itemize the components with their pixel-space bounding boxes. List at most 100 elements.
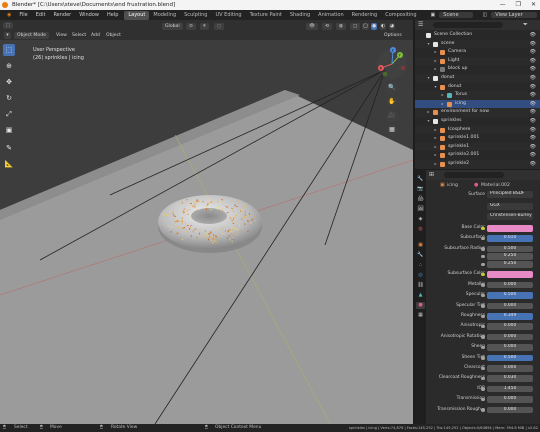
proportional-editing-icon[interactable]: ◌ <box>214 23 225 30</box>
field-value[interactable]: 0.000 <box>487 333 533 341</box>
visibility-toggle-icon[interactable]: 👁 <box>530 151 536 160</box>
socket-link-icon[interactable] <box>481 376 485 381</box>
ortho-toggle-button[interactable]: ▦ <box>386 124 398 136</box>
pivot-point-icon[interactable]: ⊙ <box>186 23 196 30</box>
field-value[interactable]: 1.450 <box>487 385 533 393</box>
shading-rendered-icon[interactable]: ◕ <box>389 23 396 30</box>
menu-file[interactable]: File <box>15 12 31 18</box>
transform-tool[interactable]: ▣ <box>3 124 15 136</box>
annotate-tool[interactable]: ✎ <box>3 142 15 154</box>
workspace-tab-modeling[interactable]: Modeling <box>149 11 180 20</box>
field-value[interactable]: 0.250 <box>487 261 533 268</box>
view-layer-tab-icon[interactable]: 🖼 <box>416 206 425 213</box>
viewport-gizmos-icon[interactable]: ⟲ <box>322 23 332 30</box>
visibility-toggle-icon[interactable]: 👁 <box>530 134 536 143</box>
object-mode-dropdown[interactable]: Object Mode <box>14 32 49 39</box>
outliner-expand-icon[interactable]: ▸ <box>433 126 438 135</box>
socket-link-icon[interactable] <box>481 272 485 277</box>
workspace-tab-compositing[interactable]: Compositing <box>381 11 420 20</box>
visibility-toggle-icon[interactable]: 👁 <box>530 160 536 169</box>
camera-view-button[interactable]: 🎥 <box>386 110 398 122</box>
socket-link-icon[interactable] <box>481 262 485 266</box>
view-menu[interactable]: View <box>56 32 67 39</box>
field-value[interactable]: 0.000 <box>487 406 533 414</box>
shading-material-icon[interactable]: ◐ <box>380 23 387 30</box>
field-value[interactable] <box>487 225 533 232</box>
outliner-expand-icon[interactable]: ▸ <box>433 57 438 66</box>
shading-solid-icon[interactable]: ● <box>371 23 378 30</box>
view-layer-selector[interactable]: View Layer <box>491 12 537 18</box>
object-context-name[interactable]: icing <box>447 182 458 189</box>
visibility-toggle-icon[interactable]: 👁 <box>530 31 536 40</box>
workspace-tab-uv-editing[interactable]: UV Editing <box>211 11 245 20</box>
minimize-button[interactable]: — <box>500 0 506 10</box>
viewport-scene[interactable] <box>0 40 413 424</box>
scene-tab-icon[interactable]: ◈ <box>416 216 425 223</box>
visibility-toggle-icon[interactable]: 👁 <box>530 117 536 126</box>
outliner-expand-icon[interactable]: ▸ <box>433 65 438 74</box>
field-value[interactable]: 0.000 <box>487 396 533 403</box>
field-value[interactable] <box>487 271 533 278</box>
outliner-row[interactable]: ▸ sprinkle2.001 👁 <box>415 151 540 160</box>
properties-editor-icon[interactable]: ⊞ <box>429 171 434 178</box>
visibility-toggle-icon[interactable]: 👁 <box>530 108 536 117</box>
properties-search-field[interactable] <box>444 172 504 178</box>
socket-link-icon[interactable] <box>481 314 485 318</box>
move-tool[interactable]: ✥ <box>3 76 15 88</box>
visibility-toggle-icon[interactable]: 👁 <box>530 83 536 92</box>
editor-type-button[interactable]: ⬚ <box>3 22 13 29</box>
outliner-row[interactable]: Scene Collection 👁 <box>415 31 540 40</box>
socket-link-icon[interactable] <box>481 293 485 298</box>
outliner-filter-icon[interactable]: ⏷ <box>523 21 528 29</box>
field-value[interactable]: 0.250 <box>487 253 533 260</box>
outliner-search-field[interactable] <box>433 22 503 28</box>
visibility-toggle-icon[interactable]: 👁 <box>530 143 536 152</box>
outliner-row[interactable]: ▸ sprinkle1 👁 <box>415 142 540 152</box>
cursor-tool[interactable]: ⊕ <box>3 60 15 72</box>
workspace-tab-texture-paint[interactable]: Texture Paint <box>246 11 286 20</box>
outliner-row[interactable]: ▾ scene 👁 <box>415 39 540 49</box>
socket-link-icon[interactable] <box>481 283 485 287</box>
view-layer-icon[interactable]: ◫ <box>479 12 492 18</box>
field-value[interactable]: 0.010 <box>487 235 533 242</box>
outliner-expand-icon[interactable]: ▾ <box>426 117 431 126</box>
outliner-expand-icon[interactable]: ▸ <box>433 143 438 152</box>
outliner-editor-icon[interactable]: ☰ <box>418 21 423 28</box>
overlays-icon[interactable]: ◍ <box>336 23 347 30</box>
object-interaction-mode-icon[interactable]: ▾ <box>4 32 11 39</box>
socket-link-icon[interactable] <box>481 387 485 391</box>
outliner-expand-icon[interactable]: ▸ <box>426 108 431 117</box>
socket-link-icon[interactable] <box>481 335 485 339</box>
menu-edit[interactable]: Edit <box>32 12 50 18</box>
xray-toggle-icon[interactable]: ▢ <box>350 23 361 30</box>
scale-tool[interactable]: ⤢ <box>3 108 15 120</box>
visibility-toggle-icon[interactable]: 👁 <box>530 126 536 135</box>
modifiers-tab-icon[interactable]: 🔧 <box>416 252 425 259</box>
material-context-name[interactable]: Material.002 <box>481 182 510 189</box>
socket-link-icon[interactable] <box>481 397 485 402</box>
workspace-tab-shading[interactable]: Shading <box>286 11 314 20</box>
outliner-row[interactable]: ▸ icing 👁 <box>415 99 540 109</box>
field-value[interactable]: 0.000 <box>487 323 533 330</box>
outliner-expand-icon[interactable]: ▸ <box>433 151 438 160</box>
outliner-row[interactable]: ▾ sprinkles 👁 <box>415 117 540 126</box>
zoom-view-button[interactable]: 🔍 <box>386 82 398 94</box>
socket-link-icon[interactable] <box>481 408 485 412</box>
outliner-row[interactable]: ▾ donut 👁 <box>415 83 540 92</box>
transform-orientation-dropdown[interactable]: Global <box>162 23 183 30</box>
field-value[interactable]: 0.500 <box>487 292 533 299</box>
socket-link-icon[interactable] <box>481 304 485 308</box>
shading-wireframe-icon[interactable]: ◯ <box>362 23 370 30</box>
object-menu[interactable]: Object <box>106 32 121 39</box>
outliner-expand-icon[interactable]: ▸ <box>440 91 445 100</box>
field-value[interactable]: 0.500 <box>487 354 533 362</box>
outliner-row[interactable]: ▸ environment for now 👁 <box>415 108 540 117</box>
outliner-row[interactable]: ▸ Camera 👁 <box>415 48 540 57</box>
visibility-toggle-icon[interactable]: 👁 <box>530 65 536 74</box>
workspace-tab-layout[interactable]: Layout <box>124 10 150 20</box>
menu-help[interactable]: Help <box>103 12 122 18</box>
surface-shader-dropdown[interactable]: Principled BSDF <box>487 191 533 198</box>
field-value[interactable]: 0.349 <box>487 313 533 320</box>
outliner-expand-icon[interactable]: ▾ <box>433 83 438 92</box>
maximize-button[interactable]: ❐ <box>516 0 521 10</box>
